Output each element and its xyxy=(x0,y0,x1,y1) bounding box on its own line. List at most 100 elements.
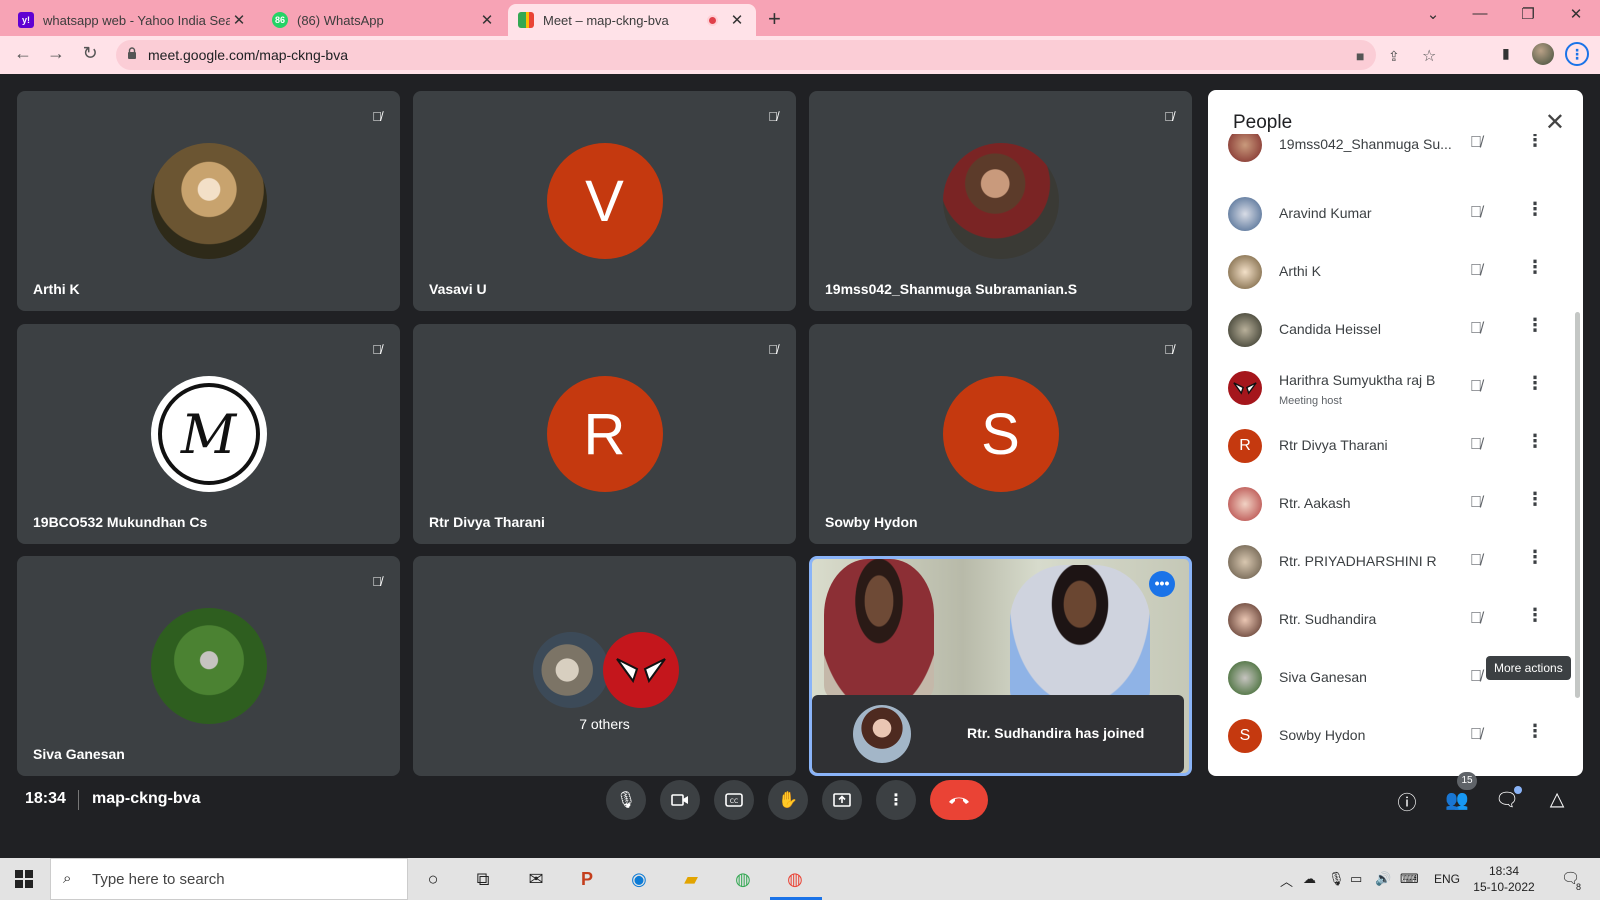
more-actions-icon[interactable]: ⋮ xyxy=(1526,199,1544,220)
side-panel-icon[interactable]: ▮ xyxy=(1502,45,1510,62)
participant-tile[interactable]: 🎙̸ Siva Ganesan xyxy=(17,556,400,776)
microphone-tray-icon[interactable]: 🎙 xyxy=(1328,871,1345,887)
participant-tile[interactable]: 🎙̸ R Rtr Divya Tharani xyxy=(413,324,796,544)
close-icon[interactable]: ✕ xyxy=(1545,108,1565,137)
mic-off-icon[interactable]: 🎙̸ xyxy=(1470,494,1482,512)
cortana-icon[interactable]: ○ xyxy=(420,866,446,892)
tab-search-chevron-icon[interactable]: ⌄ xyxy=(1418,5,1448,23)
back-arrow-icon[interactable]: ← xyxy=(11,43,35,64)
mic-off-icon[interactable]: 🎙̸ xyxy=(1470,262,1482,280)
mic-off-icon[interactable]: 🎙̸ xyxy=(1470,668,1482,686)
mic-off-icon[interactable]: 🎙̸ xyxy=(1470,726,1482,744)
mic-off-icon[interactable]: 🎙̸ xyxy=(1470,610,1482,628)
tray-chevron-icon[interactable]: ︿ xyxy=(1280,871,1293,890)
tab-yahoo-search[interactable]: y! whatsapp web - Yahoo India Sea ✕ xyxy=(8,4,258,36)
meeting-code: map-ckng-bva xyxy=(92,790,201,807)
panel-scrollbar[interactable] xyxy=(1575,312,1580,698)
tab-whatsapp[interactable]: 86 (86) WhatsApp ✕ xyxy=(262,4,506,36)
task-view-icon[interactable]: ⧉ xyxy=(470,866,496,892)
language-indicator[interactable]: ENG xyxy=(1434,872,1460,886)
more-actions-icon[interactable]: ⋮ xyxy=(1526,721,1544,742)
camera-in-use-icon[interactable]: ■ xyxy=(1356,48,1364,64)
spiderman-mask-icon xyxy=(616,658,666,684)
participant-tile[interactable]: 🎙̸ S Sowby Hydon xyxy=(809,324,1192,544)
tab-meet[interactable]: Meet – map-ckng-bva ✕ xyxy=(508,4,756,36)
volume-icon[interactable]: 🔊 xyxy=(1375,871,1391,887)
battery-icon[interactable]: ▭ xyxy=(1350,871,1362,887)
participant-row[interactable]: 19mss042_Shanmuga Su... 🎙̸ ⋮ xyxy=(1208,134,1583,174)
microphone-button[interactable]: 🎙 xyxy=(606,780,646,820)
more-actions-icon[interactable]: ⋮ xyxy=(1526,257,1544,278)
new-tab-button[interactable]: + xyxy=(768,6,781,32)
more-actions-icon[interactable]: ⋮ xyxy=(1526,489,1544,510)
restore-button[interactable]: ❐ xyxy=(1513,5,1543,23)
close-tab-icon[interactable]: ✕ xyxy=(728,11,746,29)
windows-start-icon[interactable] xyxy=(15,870,33,888)
onedrive-icon[interactable]: ☁ xyxy=(1303,871,1316,887)
participant-row[interactable]: Rtr. Aakash 🎙̸ ⋮ xyxy=(1208,475,1583,533)
activities-icon[interactable]: △ xyxy=(1544,788,1570,811)
mic-off-icon[interactable]: 🎙̸ xyxy=(1470,204,1482,222)
more-options-icon[interactable]: ••• xyxy=(1149,571,1175,597)
forward-arrow-icon[interactable]: → xyxy=(44,43,68,64)
more-actions-icon[interactable]: ⋮ xyxy=(1526,431,1544,452)
participant-row[interactable]: Aravind Kumar 🎙̸ ⋮ xyxy=(1208,185,1583,243)
people-icon[interactable]: 👥 xyxy=(1444,788,1470,812)
url-text: meet.google.com/map-ckng-bva xyxy=(148,47,348,63)
close-tab-icon[interactable]: ✕ xyxy=(478,11,496,29)
powerpoint-icon[interactable]: P xyxy=(574,866,600,892)
mic-off-icon[interactable]: 🎙̸ xyxy=(1470,436,1482,454)
more-actions-icon[interactable]: ⋮ xyxy=(1526,547,1544,568)
self-video-tile[interactable]: ••• Rtr. Sudhandira has joined xyxy=(809,556,1192,776)
mic-off-icon: 🎙̸ xyxy=(768,341,778,357)
present-screen-button[interactable] xyxy=(822,780,862,820)
reload-icon[interactable]: ↻ xyxy=(78,43,102,64)
bookmark-star-icon[interactable]: ☆ xyxy=(1422,46,1436,66)
more-actions-icon[interactable]: ⋮ xyxy=(1526,373,1544,394)
participant-tile[interactable]: 🎙̸ M 19BCO532 Mukundhan Cs xyxy=(17,324,400,544)
chrome-menu-icon[interactable]: ⋮ xyxy=(1565,42,1589,66)
more-actions-icon[interactable]: ⋮ xyxy=(1526,315,1544,336)
chat-notification-dot xyxy=(1514,786,1522,794)
more-actions-icon[interactable]: ⋮ xyxy=(1526,134,1544,151)
participant-row[interactable]: R Rtr Divya Tharani 🎙̸ ⋮ xyxy=(1208,417,1583,475)
meeting-details-icon[interactable]: ⓘ xyxy=(1394,788,1420,815)
keyboard-icon[interactable]: ⌨ xyxy=(1400,871,1419,887)
participant-tile[interactable]: 🎙̸ V Vasavi U xyxy=(413,91,796,311)
participant-tile[interactable]: 🎙̸ 19mss042_Shanmuga Subramanian.S xyxy=(809,91,1192,311)
more-options-button[interactable]: ⋮ xyxy=(876,780,916,820)
others-tile[interactable]: 7 others xyxy=(413,556,796,776)
avatar xyxy=(853,705,911,763)
participant-row[interactable]: Harithra Sumyuktha raj B Meeting host 🎙̸… xyxy=(1208,359,1583,417)
participant-row[interactable]: Rtr. Sudhandira 🎙̸ ⋮ xyxy=(1208,591,1583,649)
mail-icon[interactable]: ✉ xyxy=(523,866,549,892)
captions-button[interactable]: CC xyxy=(714,780,754,820)
more-actions-icon[interactable]: ⋮ xyxy=(1526,605,1544,626)
edge-icon[interactable]: ◉ xyxy=(626,866,652,892)
mic-off-icon[interactable]: 🎙̸ xyxy=(1470,134,1482,152)
taskbar-search-box[interactable]: ⌕ Type here to search xyxy=(50,858,408,900)
profile-avatar[interactable] xyxy=(1532,43,1554,65)
chrome-icon[interactable]: ◍ xyxy=(730,866,756,892)
minimize-button[interactable]: — xyxy=(1465,5,1495,22)
close-window-button[interactable]: ✕ xyxy=(1561,5,1591,23)
file-explorer-icon[interactable]: ▰ xyxy=(678,866,704,892)
participant-row[interactable]: S Sowby Hydon 🎙̸ ⋮ xyxy=(1208,707,1583,765)
raise-hand-button[interactable]: ✋ xyxy=(768,780,808,820)
mic-off-icon[interactable]: 🎙̸ xyxy=(1470,378,1482,396)
share-icon[interactable]: ⇪ xyxy=(1388,48,1400,65)
participant-name: Rtr Divya Tharani xyxy=(1279,437,1388,453)
participant-row[interactable]: Candida Heissel 🎙̸ ⋮ xyxy=(1208,301,1583,359)
participant-row[interactable]: Arthi K 🎙̸ ⋮ xyxy=(1208,243,1583,301)
leave-call-button[interactable] xyxy=(930,780,988,820)
participant-row[interactable]: Rtr. PRIYADHARSHINI R 🎙̸ ⋮ xyxy=(1208,533,1583,591)
system-clock[interactable]: 18:34 15-10-2022 xyxy=(1464,863,1544,895)
camera-button[interactable] xyxy=(660,780,700,820)
mic-off-icon[interactable]: 🎙̸ xyxy=(1470,552,1482,570)
address-bar[interactable]: meet.google.com/map-ckng-bva ■ ⇪ ☆ xyxy=(116,40,1436,70)
participant-tile[interactable]: 🎙̸ Arthi K xyxy=(17,91,400,311)
close-tab-icon[interactable]: ✕ xyxy=(230,11,248,29)
avatar xyxy=(1228,313,1262,347)
mic-off-icon[interactable]: 🎙̸ xyxy=(1470,320,1482,338)
chrome-active-icon[interactable]: ◍ xyxy=(782,866,808,892)
